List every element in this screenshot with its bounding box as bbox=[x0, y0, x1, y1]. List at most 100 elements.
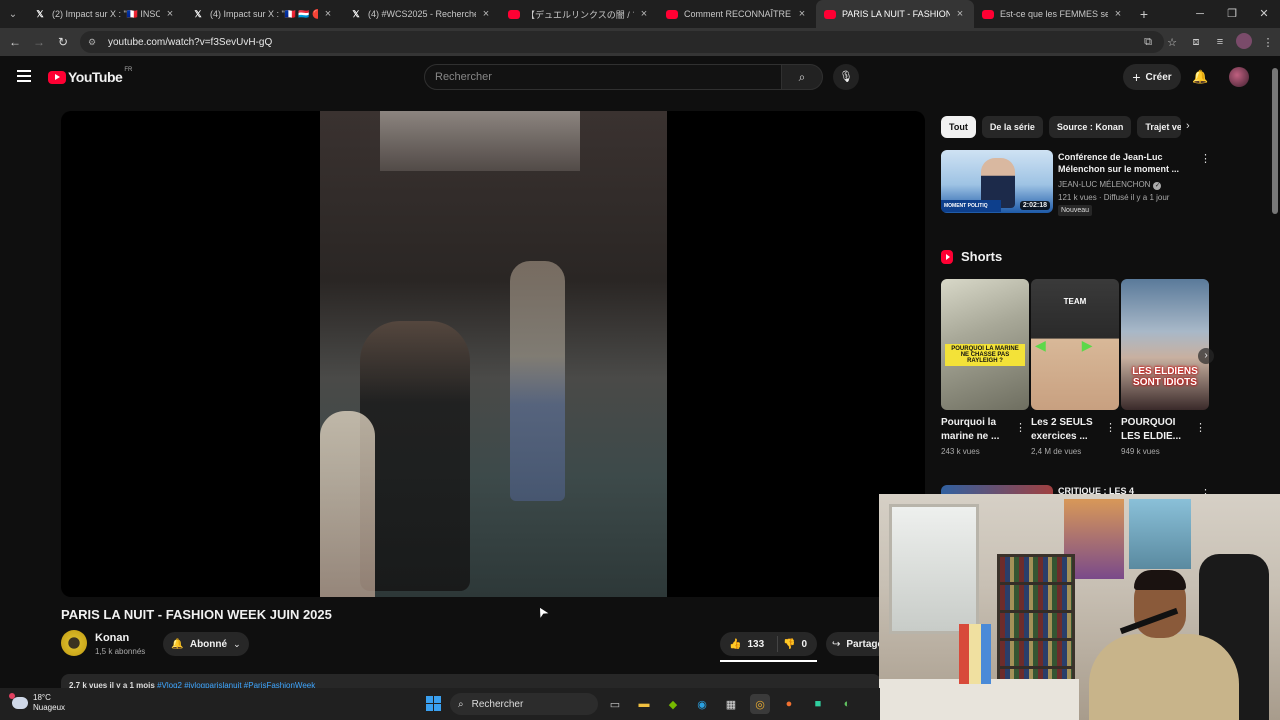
search-icon: ⌕ bbox=[458, 698, 464, 710]
short-thumbnail[interactable]: TEAM ◀▶ bbox=[1031, 279, 1119, 410]
chevron-down-icon: ⌄ bbox=[233, 638, 241, 649]
browser-tab[interactable]: 𝕏 (4) Impact sur X : "🇫🇷 🇱🇺 🔴 FLA × bbox=[184, 0, 342, 28]
site-info-icon[interactable]: ⚙ bbox=[88, 37, 102, 48]
subscribed-button[interactable]: 🔔 Abonné ⌄ bbox=[163, 632, 249, 656]
windows-start-icon[interactable] bbox=[426, 696, 441, 711]
short-card[interactable]: LES ELDIENS SONT IDIOTS POURQUOI LES ELD… bbox=[1121, 279, 1209, 456]
browser-tab[interactable]: Est-ce que les FEMMES se PIGN × bbox=[974, 0, 1132, 28]
video-ceiling-light bbox=[380, 111, 580, 171]
notifications-bell-icon[interactable]: 🔔 bbox=[1192, 69, 1208, 85]
short-title[interactable]: Pourquoi la marine ne ... bbox=[941, 416, 1011, 444]
close-icon[interactable]: × bbox=[322, 8, 334, 20]
browser-tab[interactable]: 𝕏 (4) #WCS2025 - Recherche / X × bbox=[342, 0, 500, 28]
install-app-icon[interactable]: ⧉ bbox=[1136, 36, 1160, 49]
streamlabs-icon[interactable]: ■ bbox=[808, 694, 828, 714]
chip-trajet[interactable]: Trajet ve bbox=[1137, 116, 1182, 138]
profile-icon[interactable] bbox=[1232, 32, 1256, 52]
weather-widget[interactable]: 18°C Nuageux bbox=[9, 693, 65, 713]
extensions-icon[interactable]: ⧈ bbox=[1184, 36, 1208, 49]
video-player[interactable] bbox=[61, 111, 925, 597]
nvidia-icon[interactable]: ◆ bbox=[663, 694, 683, 714]
close-icon[interactable]: × bbox=[796, 8, 808, 20]
store-icon[interactable]: ▦ bbox=[721, 694, 741, 714]
short-card[interactable]: TEAM ◀▶ Les 2 SEULS exercices ... 2,4 M d… bbox=[1031, 279, 1119, 456]
youtube-logo[interactable]: YouTube FR bbox=[48, 67, 132, 85]
short-title[interactable]: Les 2 SEULS exercices ... bbox=[1031, 416, 1101, 444]
menu-dots-icon[interactable]: ⋮ bbox=[1256, 36, 1280, 49]
arrow-icons: ◀▶ bbox=[1035, 337, 1093, 353]
recommendation-thumbnail[interactable]: MOMENT POLITIQ 2:02:18 bbox=[941, 150, 1053, 213]
more-vertical-icon[interactable]: ⋮ bbox=[1200, 152, 1211, 165]
chrome-icon[interactable]: ◎ bbox=[750, 694, 770, 714]
create-button[interactable]: + Créer bbox=[1123, 64, 1181, 90]
more-vertical-icon[interactable]: ⋮ bbox=[1195, 421, 1206, 434]
edge-icon[interactable]: ◉ bbox=[692, 694, 712, 714]
mouse-cursor-icon: ➤ bbox=[532, 603, 552, 622]
tab-title: 【デュエルリンクスの闇 / マスターデュ bbox=[526, 9, 634, 20]
short-title[interactable]: POURQUOI LES ELDIE... bbox=[1121, 416, 1191, 444]
dislike-button[interactable]: 👎 0 bbox=[778, 639, 807, 650]
task-view-icon[interactable]: ▭ bbox=[605, 694, 625, 714]
scrollbar-thumb[interactable] bbox=[1272, 68, 1278, 214]
app-icon[interactable]: ◐ bbox=[837, 694, 857, 714]
menu-hamburger-icon[interactable] bbox=[17, 70, 31, 82]
microphone-icon[interactable]: 🎙 bbox=[833, 64, 859, 90]
more-vertical-icon[interactable]: ⋮ bbox=[1105, 421, 1116, 434]
taskbar-search[interactable]: ⌕ Rechercher bbox=[450, 693, 598, 715]
recommendation-channel[interactable]: JEAN-LUC MÉLENCHON ✓ bbox=[1058, 180, 1162, 190]
like-dislike-group: 👍 133 👎 0 bbox=[720, 632, 817, 656]
bookmark-star-icon[interactable]: ☆ bbox=[1160, 36, 1184, 49]
close-icon[interactable]: × bbox=[638, 8, 650, 20]
minimize-icon[interactable]: ─ bbox=[1184, 0, 1216, 28]
browser-tab[interactable]: 𝕏 (2) Impact sur X : "🇫🇷 INSOLITE | × bbox=[26, 0, 184, 28]
browser-tab-active[interactable]: PARIS LA NUIT - FASHION W × bbox=[816, 0, 974, 28]
tab-title: Comment RECONNAÎTRE une f bbox=[684, 9, 792, 19]
youtube-play-icon bbox=[48, 70, 66, 84]
channel-name[interactable]: Konan bbox=[95, 632, 129, 644]
channel-avatar[interactable] bbox=[61, 630, 87, 656]
window-controls: ─ ❐ ✕ bbox=[1184, 0, 1280, 28]
windows-taskbar: 18°C Nuageux ⌕ Rechercher ▭ ▬ ◆ ◉ ▦ ◎ ● ■ … bbox=[0, 688, 880, 720]
url-field[interactable]: ⚙ youtube.com/watch?v=f3SevUvH-gQ bbox=[80, 31, 1164, 53]
chip-series[interactable]: De la série bbox=[981, 116, 1043, 138]
x-logo-icon: 𝕏 bbox=[194, 8, 202, 19]
tab-search-icon[interactable]: ⌄ bbox=[0, 0, 26, 28]
forward-icon[interactable]: → bbox=[27, 35, 51, 49]
account-avatar[interactable] bbox=[1229, 67, 1249, 87]
firefox-icon[interactable]: ● bbox=[779, 694, 799, 714]
streamer-body bbox=[1089, 634, 1239, 720]
back-icon[interactable]: ← bbox=[3, 35, 27, 49]
new-tab-button[interactable]: + bbox=[1132, 6, 1156, 22]
youtube-icon bbox=[666, 9, 678, 19]
search-icon[interactable]: ⌕ bbox=[781, 64, 823, 90]
video-title: PARIS LA NUIT - FASHION WEEK JUIN 2025 bbox=[61, 607, 332, 622]
chip-all[interactable]: Tout bbox=[941, 116, 976, 138]
restore-icon[interactable]: ❐ bbox=[1216, 0, 1248, 28]
browser-tab[interactable]: 【デュエルリンクスの闇 / マスターデュ × bbox=[500, 0, 658, 28]
like-button[interactable]: 👍 133 bbox=[720, 636, 778, 652]
chevron-right-icon[interactable]: › bbox=[1198, 348, 1214, 364]
reload-icon[interactable]: ↻ bbox=[51, 35, 75, 49]
close-icon[interactable]: × bbox=[480, 8, 492, 20]
close-icon[interactable]: × bbox=[1112, 8, 1124, 20]
browser-tab[interactable]: Comment RECONNAÎTRE une f × bbox=[658, 0, 816, 28]
short-card[interactable]: POURQUOI LA MARINE NE CHASSE PAS RAYLEIG… bbox=[941, 279, 1029, 456]
file-explorer-icon[interactable]: ▬ bbox=[634, 694, 654, 714]
webcam-bottles bbox=[959, 624, 999, 684]
close-icon[interactable]: × bbox=[954, 8, 966, 20]
verified-icon: ✓ bbox=[1153, 182, 1162, 190]
youtube-icon bbox=[982, 9, 994, 19]
recommendation-title[interactable]: Conférence de Jean-Luc Mélenchon sur le … bbox=[1058, 151, 1188, 175]
search-input[interactable]: Rechercher bbox=[424, 64, 782, 90]
short-thumbnail[interactable]: LES ELDIENS SONT IDIOTS bbox=[1121, 279, 1209, 410]
media-icon[interactable]: ≡ bbox=[1208, 36, 1232, 48]
chevron-right-icon[interactable]: › bbox=[1186, 120, 1190, 132]
channel-label: JEAN-LUC MÉLENCHON bbox=[1058, 180, 1151, 189]
close-icon[interactable]: × bbox=[164, 8, 176, 20]
url-text: youtube.com/watch?v=f3SevUvH-gQ bbox=[108, 36, 273, 48]
filter-chips: Tout De la série Source : Konan Trajet v… bbox=[941, 116, 1182, 138]
more-vertical-icon[interactable]: ⋮ bbox=[1015, 421, 1026, 434]
chip-source[interactable]: Source : Konan bbox=[1048, 116, 1132, 138]
short-thumbnail[interactable]: POURQUOI LA MARINE NE CHASSE PAS RAYLEIG… bbox=[941, 279, 1029, 410]
close-window-icon[interactable]: ✕ bbox=[1248, 0, 1280, 28]
